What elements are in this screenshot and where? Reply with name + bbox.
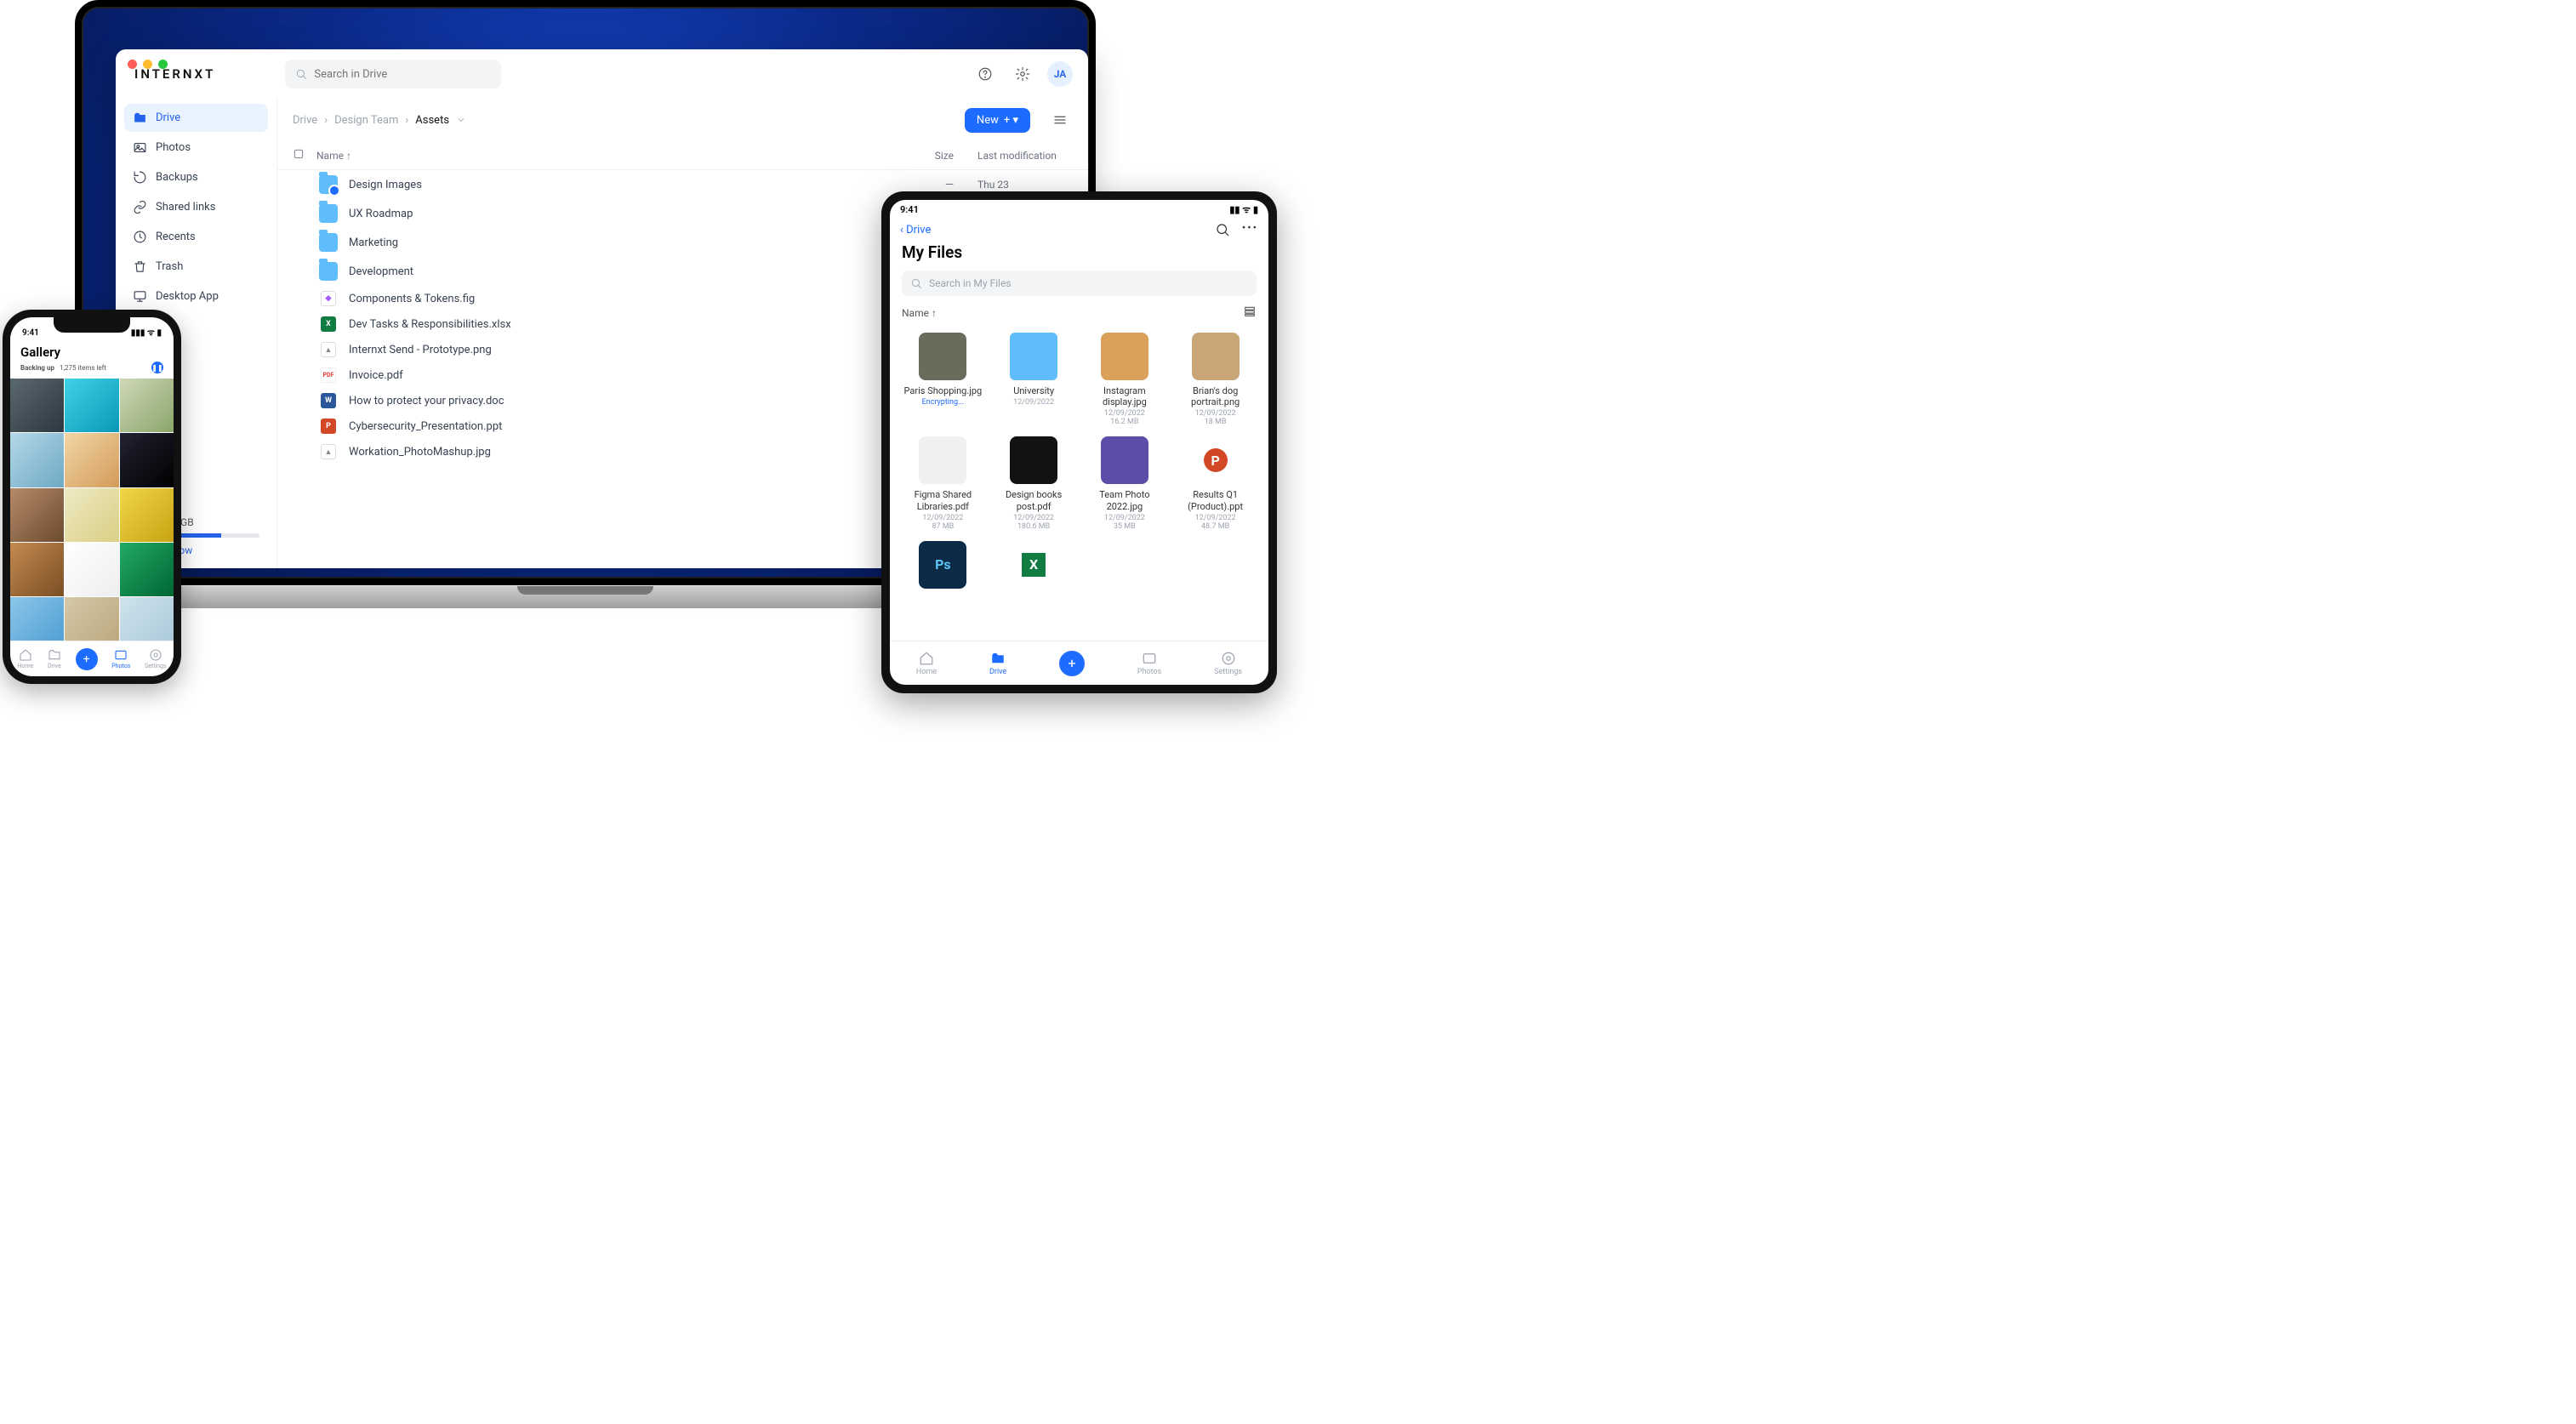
grid-view-icon[interactable] <box>1243 305 1257 321</box>
tablet-device: 9:41 ▮▮ ᯤ ▮ ‹ Drive ••• My Files Search … <box>881 191 1277 693</box>
file-card[interactable]: Figma Shared Libraries.pdf12/09/202287 M… <box>902 436 984 530</box>
sidebar-label: Shared links <box>156 201 215 214</box>
sidebar-label: Drive <box>156 111 180 124</box>
signal-icon: ▮▮▮ ᯤ ▮ <box>131 326 162 338</box>
tablet-sort-row: Name ↑ <box>890 305 1268 328</box>
new-label: New <box>977 114 999 127</box>
help-icon[interactable] <box>972 61 998 87</box>
sidebar-item-recents[interactable]: Recents <box>124 223 268 251</box>
tablet-title: My Files <box>890 241 1268 271</box>
more-icon[interactable]: ••• <box>1242 222 1258 237</box>
topbar: INTERNXT JA <box>116 49 1088 99</box>
tablet-nav: ‹ Drive ••• <box>890 219 1268 241</box>
phone-tab-settings[interactable]: Settings <box>145 648 167 669</box>
sidebar-label: Desktop App <box>156 290 219 303</box>
signal-icon: ▮▮ ᯤ ▮ <box>1229 203 1258 216</box>
col-size[interactable]: Size <box>889 150 954 162</box>
sidebar-label: Trash <box>156 260 183 273</box>
search-placeholder: Search in My Files <box>929 277 1012 289</box>
tab-drive[interactable]: Drive <box>989 651 1006 676</box>
phone-tab-home[interactable]: Home <box>17 648 33 669</box>
phone-tab-photos[interactable]: Photos <box>111 648 130 669</box>
phone-tabbar: Home Drive + Photos Settings <box>10 641 174 676</box>
tab-home[interactable]: Home <box>916 651 937 676</box>
phone-tab-drive[interactable]: Drive <box>48 648 61 669</box>
backup-label: Backing up <box>20 364 54 372</box>
crumb-drive[interactable]: Drive <box>293 114 317 127</box>
file-card[interactable]: PResults Q1 (Product).ppt12/09/202248.7 … <box>1174 436 1257 530</box>
new-button[interactable]: New + ▾ <box>965 108 1030 133</box>
phone-photo-grid[interactable] <box>10 379 174 641</box>
backup-count: 1,275 items left <box>60 364 106 372</box>
sidebar-item-trash[interactable]: Trash <box>124 253 268 281</box>
file-card[interactable]: University12/09/2022 <box>993 333 1075 426</box>
minimize-dot[interactable] <box>143 60 152 69</box>
search-icon <box>910 277 922 289</box>
sidebar-label: Backups <box>156 171 198 184</box>
crumb-team[interactable]: Design Team <box>334 114 398 127</box>
phone-fab[interactable]: + <box>76 648 98 670</box>
crumb-assets[interactable]: Assets <box>415 114 449 127</box>
sort-button[interactable]: Name ↑ <box>902 307 937 319</box>
breadcrumb[interactable]: Drive › Design Team › Assets <box>293 114 466 127</box>
tab-photos[interactable]: Photos <box>1137 651 1161 676</box>
search-icon <box>295 68 307 80</box>
table-header: Name ↑ Size Last modification <box>277 141 1088 170</box>
phone-device: 9:41 ▮▮▮ ᯤ ▮ Gallery Backing up 1,275 it… <box>3 310 181 684</box>
sidebar-label: Recents <box>156 231 196 243</box>
file-card[interactable]: Team Photo 2022.jpg12/09/202235 MB <box>1084 436 1166 530</box>
tablet-screen: 9:41 ▮▮ ᯤ ▮ ‹ Drive ••• My Files Search … <box>890 200 1268 685</box>
maximize-dot[interactable] <box>158 60 168 69</box>
phone-backup-row: Backing up 1,275 items left ❚❚ <box>10 362 174 379</box>
tablet-status-bar: 9:41 ▮▮ ᯤ ▮ <box>890 200 1268 219</box>
plus-icon: + ▾ <box>1004 114 1018 127</box>
search-input[interactable] <box>314 68 491 81</box>
sidebar-item-photos[interactable]: Photos <box>124 134 268 162</box>
phone-title: Gallery <box>10 339 174 362</box>
file-card[interactable]: Ps <box>902 541 984 594</box>
sidebar-item-shared[interactable]: Shared links <box>124 193 268 221</box>
tab-settings[interactable]: Settings <box>1214 651 1242 676</box>
file-card[interactable]: Design books post.pdf12/09/2022180.6 MB <box>993 436 1075 530</box>
file-card[interactable]: Brian's dog portrait.png12/09/202218 MB <box>1174 333 1257 426</box>
tablet-time: 9:41 <box>900 204 919 215</box>
phone-time: 9:41 <box>22 328 39 338</box>
traffic-lights <box>128 60 168 69</box>
phone-screen: 9:41 ▮▮▮ ᯤ ▮ Gallery Backing up 1,275 it… <box>10 317 174 676</box>
tablet-search[interactable]: Search in My Files <box>902 271 1257 296</box>
pause-icon[interactable]: ❚❚ <box>151 362 163 373</box>
sidebar-item-desktop[interactable]: Desktop App <box>124 282 268 310</box>
file-card[interactable]: Instagram display.jpg12/09/202216.2 MB <box>1084 333 1166 426</box>
settings-icon[interactable] <box>1010 61 1035 87</box>
sidebar-item-drive[interactable]: Drive <box>124 104 268 132</box>
breadcrumb-row: Drive › Design Team › Assets New + ▾ <box>277 99 1088 141</box>
search-input-wrap[interactable] <box>285 60 501 88</box>
phone-notch <box>54 317 130 333</box>
file-card[interactable]: Paris Shopping.jpgEncrypting... <box>902 333 984 426</box>
avatar[interactable]: JA <box>1047 61 1073 87</box>
col-name[interactable]: Name ↑ <box>316 150 889 162</box>
tablet-fab[interactable]: + <box>1059 651 1085 676</box>
close-dot[interactable] <box>128 60 137 69</box>
tablet-file-grid: Paris Shopping.jpgEncrypting...Universit… <box>890 328 1268 641</box>
search-icon[interactable] <box>1215 222 1230 237</box>
checkbox-icon[interactable] <box>293 148 305 160</box>
sidebar-item-backups[interactable]: Backups <box>124 163 268 191</box>
col-modified[interactable]: Last modification <box>954 150 1073 162</box>
tablet-tabbar: Home Drive + Photos Settings <box>890 641 1268 685</box>
file-card[interactable]: X <box>993 541 1075 594</box>
view-toggle-icon[interactable] <box>1047 107 1073 133</box>
chevron-down-icon[interactable] <box>456 115 466 125</box>
back-button[interactable]: ‹ Drive <box>900 224 931 236</box>
sidebar-label: Photos <box>156 141 191 154</box>
